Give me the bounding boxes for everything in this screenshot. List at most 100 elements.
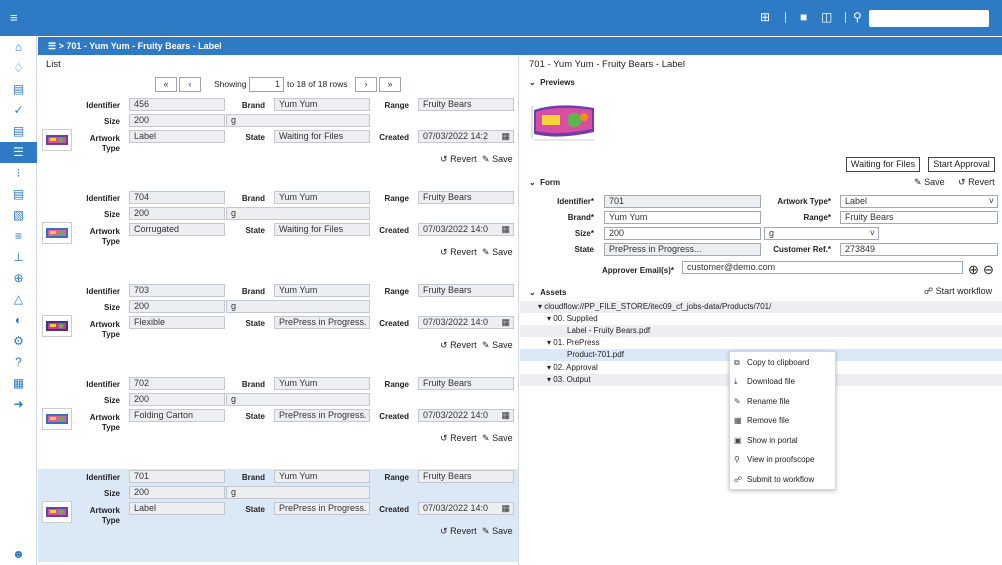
hierarchy-icon[interactable]: ▧ <box>0 205 37 226</box>
calendar-icon[interactable]: ▦ <box>501 224 510 235</box>
size-field[interactable]: 200 <box>129 393 225 406</box>
revert-button[interactable]: ↺ Revert <box>440 247 477 258</box>
created-field[interactable]: 07/03/2022 14:2̣ ▦ <box>418 130 514 143</box>
page-input[interactable]: 1 <box>249 77 284 92</box>
check-circle-icon[interactable]: ✓ <box>0 100 37 121</box>
range-field[interactable]: Fruity Bears <box>418 284 514 297</box>
calendar-icon[interactable]: ▦ <box>501 131 510 142</box>
identifier-field[interactable]: 704 <box>129 191 225 204</box>
stop-icon[interactable]: ■ <box>800 10 807 24</box>
save-button[interactable]: ✎ Save <box>482 154 513 165</box>
created-field[interactable]: 07/03/2022 14:0 ▦ <box>418 502 514 515</box>
brand-field[interactable]: Yum Yum <box>604 211 761 224</box>
start-workflow-button[interactable]: ☍ Start workflow <box>924 286 992 297</box>
layers-icon[interactable]: ≡ <box>0 226 37 247</box>
start-approval-button[interactable]: Start Approval <box>928 157 995 172</box>
artwork-thumbnail[interactable] <box>42 222 72 244</box>
revert-button[interactable]: ↺ Revert <box>440 340 477 351</box>
unit-field[interactable]: g <box>226 486 370 499</box>
view-in-proofscope-item[interactable]: ⚲ View in proofscope <box>730 450 837 469</box>
list-record[interactable]: Identifier 701 Brand Yum Yum Range Fruity Bea… <box>38 469 518 562</box>
artwork-type-field[interactable]: Label <box>129 130 225 143</box>
brand-field[interactable]: Yum Yum <box>274 284 370 297</box>
clipboard-icon[interactable]: ▤ <box>0 121 37 142</box>
identifier-field[interactable]: 701 <box>129 470 225 483</box>
unit-field[interactable]: g <box>226 300 370 313</box>
brand-field[interactable]: Yum Yum <box>274 191 370 204</box>
grid-icon[interactable]: ▦ <box>0 373 37 394</box>
remove-circle-icon[interactable]: ⊖ <box>983 263 994 276</box>
network-icon[interactable]: ⁝ <box>0 163 37 184</box>
warning-icon[interactable]: △ <box>0 289 37 310</box>
form-section-header[interactable]: ⌄ Form <box>529 178 560 187</box>
save-button[interactable]: ✎ Save <box>482 526 513 537</box>
state-button[interactable]: Waiting for Files <box>846 157 920 172</box>
artwork-type-select[interactable]: Label ˅ <box>840 195 998 208</box>
identifier-field[interactable]: 701 <box>604 195 761 208</box>
created-field[interactable]: 07/03/2022 14:0 ▦ <box>418 409 514 422</box>
artwork-thumbnail[interactable] <box>42 501 72 523</box>
calendar-icon[interactable]: ▦ <box>501 317 510 328</box>
bell-icon[interactable]: ♢ <box>0 58 37 79</box>
range-field[interactable]: Fruity Bears <box>418 98 514 111</box>
brand-field[interactable]: Yum Yum <box>274 470 370 483</box>
save-button[interactable]: ✎ Save <box>482 340 513 351</box>
previews-section-header[interactable]: ⌄ Previews <box>529 78 575 87</box>
home-icon[interactable]: ⌂ <box>0 37 37 58</box>
revert-button[interactable]: ↺ Revert <box>440 526 477 537</box>
approver-email-field[interactable]: customer@demo.com <box>682 261 963 274</box>
copy-to-clipboard-item[interactable]: ⧉ Copy to clipboard <box>730 353 837 372</box>
add-circle-icon[interactable]: ⊕ <box>968 263 979 276</box>
preview-thumbnail[interactable] <box>528 96 601 151</box>
created-field[interactable]: 07/03/2022 14:0 ▦ <box>418 223 514 236</box>
calendar-icon[interactable]: ▦ <box>501 503 510 514</box>
arrow-right-icon[interactable]: ➜ <box>0 394 37 415</box>
unit-select[interactable]: g ˅ <box>764 227 879 240</box>
hamburger-icon[interactable]: ≡ <box>10 11 18 24</box>
size-field[interactable]: 200 <box>129 114 225 127</box>
range-field[interactable]: Fruity Bears <box>418 191 514 204</box>
identifier-field[interactable]: 703 <box>129 284 225 297</box>
user-icon[interactable]: ☻ <box>0 544 37 565</box>
unit-field[interactable]: g <box>226 393 370 406</box>
tree-folder-prepress[interactable]: ▾ 01. PrePress <box>520 337 1002 349</box>
form-save-button[interactable]: ✎ Save <box>914 177 945 188</box>
add-box-icon[interactable]: ⊞ <box>760 10 770 24</box>
save-button[interactable]: ✎ Save <box>482 247 513 258</box>
artwork-thumbnail[interactable] <box>42 129 72 151</box>
last-page-button[interactable]: » <box>379 77 401 92</box>
breadcrumb-title[interactable]: 701 - Yum Yum - Fruity Bears - Label <box>66 41 221 51</box>
artwork-thumbnail[interactable] <box>42 315 72 337</box>
list-icon[interactable]: ☰ <box>0 142 37 163</box>
unit-field[interactable]: g <box>226 207 370 220</box>
unit-field[interactable]: g <box>226 114 370 127</box>
artwork-thumbnail[interactable] <box>42 408 72 430</box>
prev-page-button[interactable]: ‹ <box>179 77 201 92</box>
show-in-portal-item[interactable]: ▣ Show in portal <box>730 431 837 450</box>
brand-field[interactable]: Yum Yum <box>274 377 370 390</box>
first-page-button[interactable]: « <box>155 77 177 92</box>
identifier-field[interactable]: 702 <box>129 377 225 390</box>
gauge-icon[interactable]: ◐ <box>0 310 37 331</box>
list-record[interactable]: Identifier 702 Brand Yum Yum Range Fruity Bea… <box>38 376 518 469</box>
list-icon[interactable]: ☰ <box>48 41 56 51</box>
artwork-type-field[interactable]: Flexible <box>129 316 225 329</box>
list-record[interactable]: Identifier 704 Brand Yum Yum Range Fruity Bea… <box>38 190 518 283</box>
tree-folder-supplied[interactable]: ▾ 00. Supplied <box>520 313 1002 325</box>
artwork-type-field[interactable]: Folding Carton <box>129 409 225 422</box>
tree-root[interactable]: ▾ cloudflow://PP_FILE_STORE/itec09_cf_jo… <box>520 301 1002 313</box>
server-icon[interactable]: ▤ <box>0 184 37 205</box>
branch-icon[interactable]: ⊥ <box>0 247 37 268</box>
created-field[interactable]: 07/03/2022 14:0 ▦ <box>418 316 514 329</box>
list-record[interactable]: Identifier 703 Brand Yum Yum Range Fruity Bea… <box>38 283 518 376</box>
size-field[interactable]: 200 <box>129 300 225 313</box>
download-file-item[interactable]: ⤓ Download file <box>730 372 837 391</box>
search-input[interactable] <box>869 10 989 27</box>
range-field[interactable]: Fruity Bears <box>418 377 514 390</box>
target-icon[interactable]: ⊕ <box>0 268 37 289</box>
range-field[interactable]: Fruity Bears <box>840 211 998 224</box>
revert-button[interactable]: ↺ Revert <box>440 154 477 165</box>
size-field[interactable]: 200 <box>129 207 225 220</box>
remove-file-item[interactable]: ▦ Remove file <box>730 411 837 430</box>
inbox-icon[interactable]: ▤ <box>0 79 37 100</box>
